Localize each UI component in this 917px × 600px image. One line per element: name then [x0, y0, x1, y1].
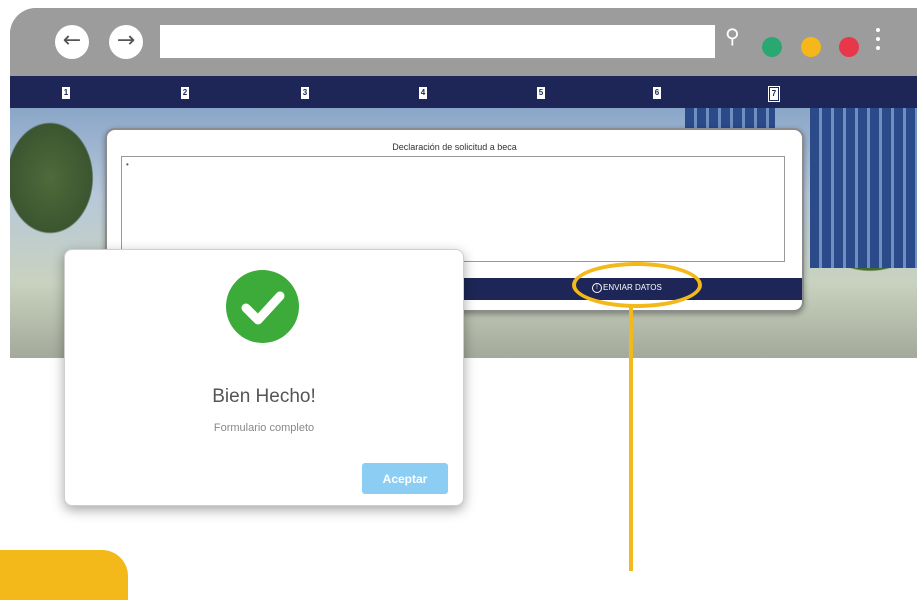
building-right-image: [810, 108, 917, 268]
accept-button[interactable]: Aceptar: [362, 463, 448, 494]
back-button[interactable]: ←: [55, 25, 89, 59]
arrow-right-icon: →: [116, 28, 136, 53]
step-6[interactable]: 6: [653, 87, 661, 99]
corner-badge: [0, 550, 128, 600]
red-dot-icon: [839, 37, 859, 57]
success-check-icon: [226, 270, 299, 343]
arrow-left-icon: ←: [62, 28, 82, 53]
success-dialog: Bien Hecho! Formulario completo Aceptar: [64, 249, 464, 506]
declaration-textarea[interactable]: •: [121, 156, 785, 262]
text-caret: •: [126, 160, 129, 169]
step-navigation: 1 2 3 4 5 6 7: [10, 76, 917, 108]
yellow-dot-icon: [801, 37, 821, 57]
step-2[interactable]: 2: [181, 87, 189, 99]
address-bar[interactable]: [160, 25, 715, 58]
green-dot-icon: [762, 37, 782, 57]
search-icon[interactable]: ⚲: [725, 24, 740, 48]
highlight-ring: [572, 262, 702, 308]
step-5[interactable]: 5: [537, 87, 545, 99]
browser-toolbar: ← → ⚲: [10, 8, 917, 76]
callout-pointer-line: [629, 307, 633, 571]
dialog-title: Bien Hecho!: [212, 386, 316, 407]
forward-button[interactable]: →: [109, 25, 143, 59]
menu-kebab-icon[interactable]: [876, 28, 880, 55]
step-3[interactable]: 3: [301, 87, 309, 99]
form-title: Declaración de solicitud a beca: [392, 142, 517, 152]
dialog-message: Formulario completo: [213, 422, 315, 434]
step-1[interactable]: 1: [62, 87, 70, 99]
step-4[interactable]: 4: [419, 87, 427, 99]
step-7[interactable]: 7: [768, 86, 780, 102]
